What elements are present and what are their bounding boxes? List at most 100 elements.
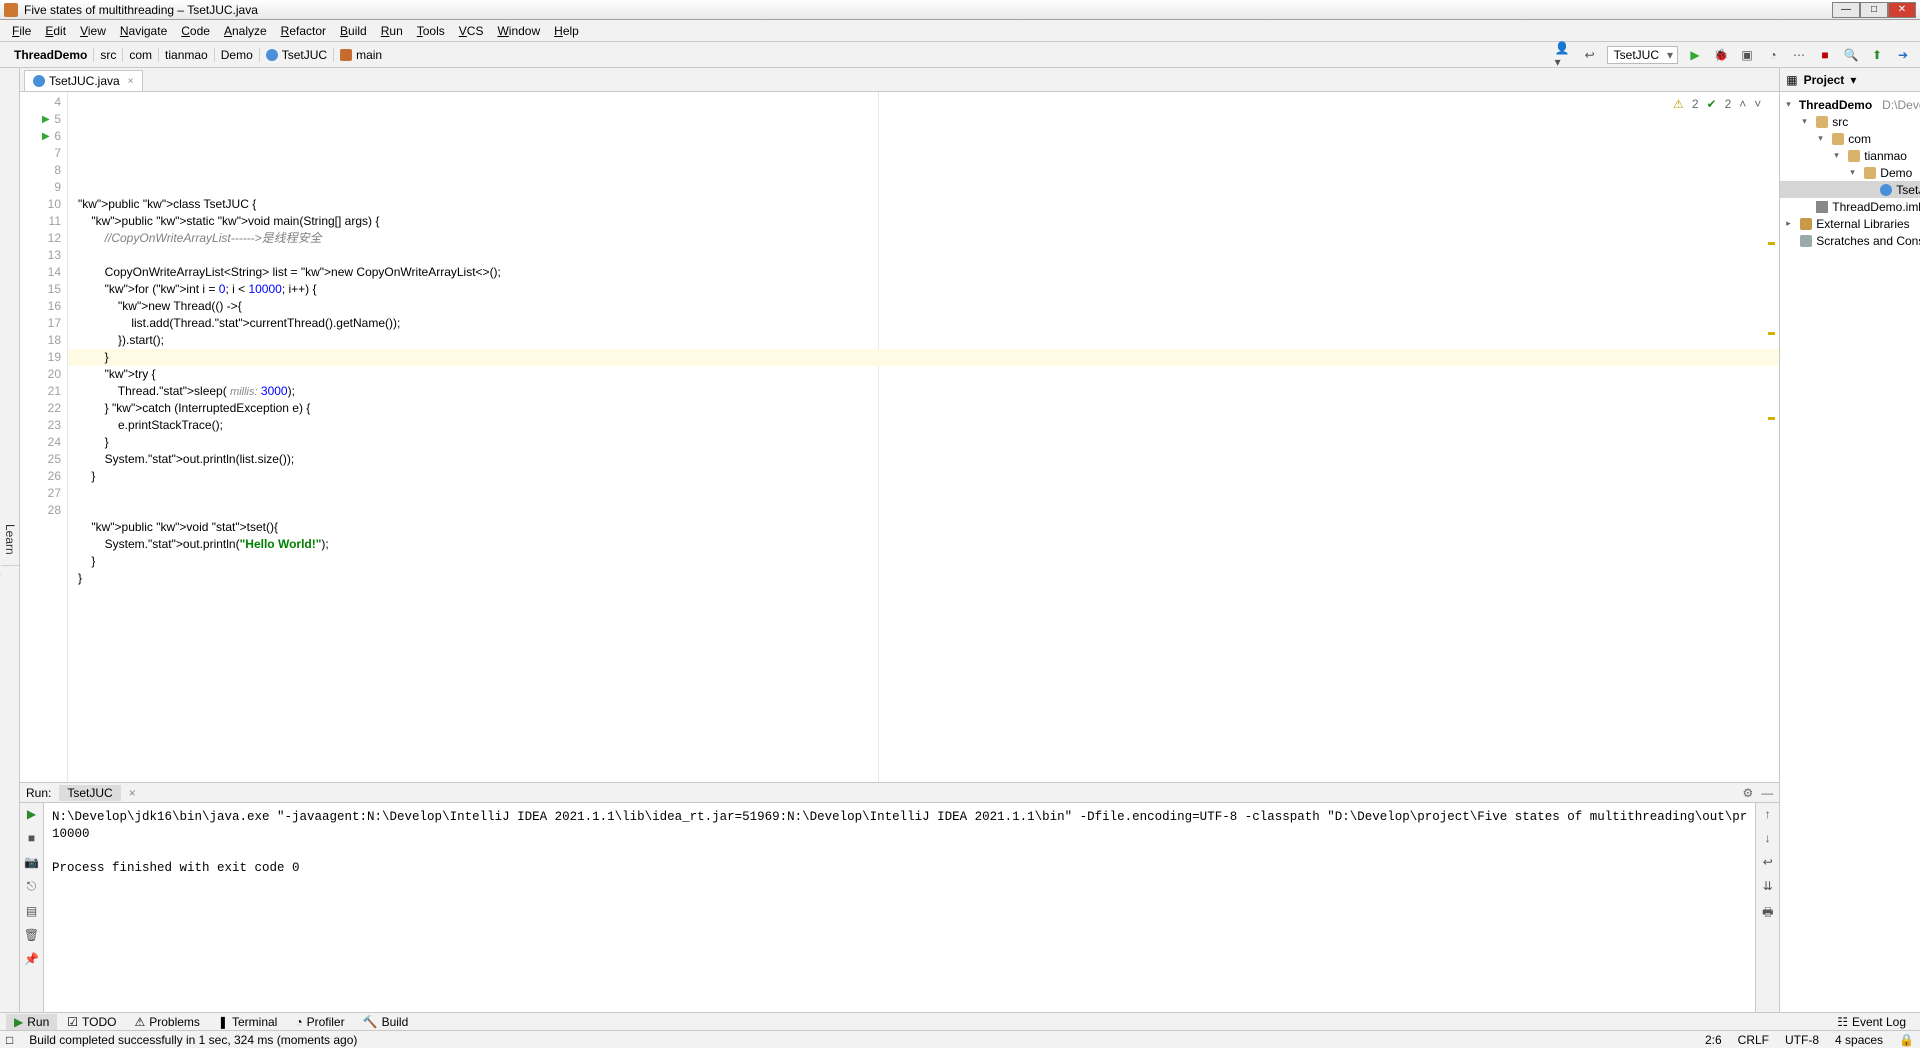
bottom-tab-problems[interactable]: ⚠Problems (126, 1014, 207, 1030)
menu-run[interactable]: Run (375, 22, 409, 40)
fwd-icon[interactable]: ➔ (1894, 46, 1912, 64)
code-area[interactable]: ⚠2 ✔2 ˄ ˅ "kw">public "kw">class TsetJUC… (68, 92, 1779, 782)
tree-tsetjuc[interactable]: TsetJUC (1780, 181, 1920, 198)
menu-refactor[interactable]: Refactor (275, 22, 332, 40)
trash-icon[interactable]: 🗑 (24, 928, 39, 942)
add-config-icon[interactable]: 👤▾ (1555, 46, 1573, 64)
menu-code[interactable]: Code (175, 22, 216, 40)
project-icon: ▦ (1786, 73, 1797, 87)
tree-demo[interactable]: ▾Demo (1780, 164, 1920, 181)
menu-view[interactable]: View (74, 22, 112, 40)
status-indent[interactable]: 4 spaces (1835, 1033, 1883, 1047)
bottom-tab-terminal[interactable]: ❚Terminal (210, 1014, 285, 1030)
stop-icon[interactable]: ■ (1816, 46, 1834, 64)
pin-icon[interactable]: 📌 (24, 952, 39, 966)
debug-icon[interactable]: 🐞 (1712, 46, 1730, 64)
method-icon (340, 49, 352, 61)
profile-icon[interactable]: ◔ (1764, 46, 1782, 64)
chevron-down-icon[interactable]: ˅ (1754, 96, 1761, 113)
maximize-button[interactable]: □ (1860, 2, 1888, 18)
inspections-widget[interactable]: ⚠2 ✔2 ˄ ˅ (1673, 96, 1761, 113)
menu-edit[interactable]: Edit (39, 22, 72, 40)
print-icon[interactable]: 🖶 (1762, 903, 1773, 924)
back-icon[interactable]: ↩ (1581, 46, 1599, 64)
editor-tabs: TsetJUC.java × (20, 68, 1779, 92)
folder-icon (1848, 150, 1860, 162)
bottom-tab-profiler[interactable]: ◔Profiler (287, 1014, 352, 1030)
bottom-tab-build[interactable]: 🔨Build (355, 1014, 417, 1030)
breadcrumb-tianmao[interactable]: tianmao (159, 48, 215, 62)
breadcrumb-threaddemo[interactable]: ThreadDemo (8, 48, 94, 62)
tree-scratches[interactable]: Scratches and Consoles (1780, 232, 1920, 249)
updates-icon[interactable]: ⬆ (1868, 46, 1886, 64)
run-left-toolbar: ▶ ■ 📷 ⎋ ▤ 🗑 📌 (20, 803, 44, 1012)
breadcrumb-src[interactable]: src (94, 48, 123, 62)
minimize-button[interactable]: — (1832, 2, 1860, 18)
tree-src[interactable]: ▾src (1780, 113, 1920, 130)
close-button[interactable]: ✕ (1888, 2, 1916, 18)
bottom-tab-todo[interactable]: ☑TODO (59, 1014, 124, 1030)
menu-window[interactable]: Window (491, 22, 546, 40)
project-tree[interactable]: ▾ThreadDemoD:\Develop\project\ThreadDemo… (1780, 92, 1920, 1012)
search-icon[interactable]: 🔍 (1842, 46, 1860, 64)
run-tool-window: Run: TsetJUC × ⚙ — ▶ ■ 📷 ⎋ ▤ 🗑 📌 (20, 782, 1779, 1012)
tree-iml[interactable]: ThreadDemo.iml (1780, 198, 1920, 215)
tree-com[interactable]: ▾com (1780, 130, 1920, 147)
close-run-tab-icon[interactable]: × (129, 786, 136, 800)
coverage-icon[interactable]: ▣ (1738, 46, 1756, 64)
chevron-up-icon[interactable]: ˄ (1739, 96, 1746, 113)
project-header[interactable]: Project (1804, 73, 1845, 87)
rail-structure[interactable]: Structure (0, 505, 1, 575)
camera-icon[interactable]: 📷 (24, 855, 39, 869)
run-hide-icon[interactable]: — (1761, 786, 1773, 800)
menu-help[interactable]: Help (548, 22, 585, 40)
breadcrumb-main[interactable]: main (334, 48, 388, 62)
menu-build[interactable]: Build (334, 22, 373, 40)
run-config-selector[interactable]: TsetJUC (1607, 46, 1678, 64)
down-icon[interactable]: ↓ (1765, 831, 1771, 845)
menu-vcs[interactable]: VCS (453, 22, 490, 40)
chevron-down-icon[interactable]: ▾ (1850, 73, 1856, 87)
rail-learn[interactable]: Learn (1, 514, 19, 566)
tree-tianmao[interactable]: ▾tianmao (1780, 147, 1920, 164)
run-config-tab[interactable]: TsetJUC (59, 785, 120, 801)
bottom-tab-eventlog[interactable]: ☷Event Log (1829, 1014, 1914, 1030)
status-encoding[interactable]: UTF-8 (1785, 1033, 1819, 1047)
exit-icon[interactable]: ⎋ (27, 879, 37, 894)
menu-analyze[interactable]: Analyze (218, 22, 273, 40)
status-bar: □ Build completed successfully in 1 sec,… (0, 1030, 1920, 1048)
menu-file[interactable]: File (6, 22, 37, 40)
tree-root[interactable]: ▾ThreadDemoD:\Develop\project\ThreadDemo (1780, 96, 1920, 113)
wrap-icon[interactable]: ↩ (1763, 855, 1773, 869)
stop-run-icon[interactable]: ■ (28, 831, 35, 845)
up-icon[interactable]: ↑ (1765, 807, 1771, 821)
menu-tools[interactable]: Tools (411, 22, 451, 40)
class-icon (266, 49, 278, 61)
editor-tab-tsetjuc[interactable]: TsetJUC.java × (24, 70, 143, 91)
breadcrumb-tsetjuc[interactable]: TsetJUC (260, 48, 334, 62)
bottom-tab-run[interactable]: ▶Run (6, 1014, 57, 1030)
run-icon[interactable]: ▶ (1686, 46, 1704, 64)
rerun-icon[interactable]: ▶ (27, 807, 36, 821)
menu-navigate[interactable]: Navigate (114, 22, 173, 40)
editor[interactable]: 4567891011121314151617181920212223242526… (20, 92, 1779, 782)
tree-external[interactable]: ▸External Libraries (1780, 215, 1920, 232)
scroll-icon[interactable]: ⇊ (1763, 879, 1773, 893)
close-tab-icon[interactable]: × (128, 76, 134, 87)
layout-icon[interactable]: ▤ (26, 904, 37, 918)
status-line-ending[interactable]: CRLF (1738, 1033, 1769, 1047)
build-icon: 🔨 (363, 1015, 378, 1029)
window-title: Five states of multithreading – TsetJUC.… (24, 3, 258, 17)
run-output[interactable]: N:\Develop\jdk16\bin\java.exe "-javaagen… (44, 803, 1755, 1012)
lock-icon[interactable]: 🔒 (1899, 1033, 1914, 1047)
run-settings-icon[interactable]: ⚙ (1743, 786, 1754, 800)
attach-icon[interactable]: ⋯ (1790, 46, 1808, 64)
folder-icon (1864, 167, 1876, 179)
editor-tab-label: TsetJUC.java (49, 74, 120, 88)
problems-icon: ⚠ (134, 1015, 145, 1029)
breadcrumb-com[interactable]: com (123, 48, 159, 62)
title-bar: Five states of multithreading – TsetJUC.… (0, 0, 1920, 20)
breadcrumb-demo[interactable]: Demo (215, 48, 260, 62)
status-caret-pos[interactable]: 2:6 (1705, 1033, 1722, 1047)
status-square-icon[interactable]: □ (6, 1033, 13, 1047)
